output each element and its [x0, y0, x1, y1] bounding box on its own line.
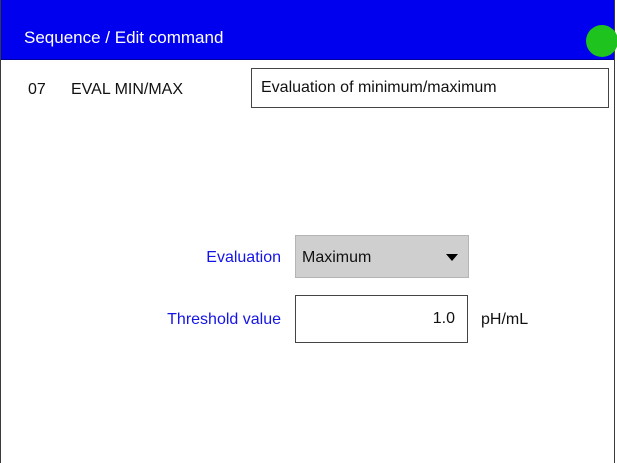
evaluation-select[interactable]: Maximum [295, 235, 469, 278]
evaluation-label: Evaluation [206, 249, 281, 266]
dropdown-arrow-icon[interactable] [446, 254, 458, 261]
evaluation-selected-value: Maximum [302, 249, 372, 266]
command-description-input[interactable] [251, 68, 609, 108]
threshold-value-input[interactable] [295, 295, 468, 343]
page-title: Sequence / Edit command [24, 28, 224, 47]
status-indicator-icon [586, 25, 617, 57]
command-number: 07 [28, 81, 46, 98]
command-name: EVAL MIN/MAX [71, 81, 184, 98]
title-bar: Sequence / Edit command [1, 0, 617, 60]
edit-command-window: Sequence / Edit command 07 EVAL MIN/MAX … [0, 0, 617, 463]
threshold-unit-label: pH/mL [481, 311, 529, 328]
threshold-value-label: Threshold value [167, 311, 281, 328]
